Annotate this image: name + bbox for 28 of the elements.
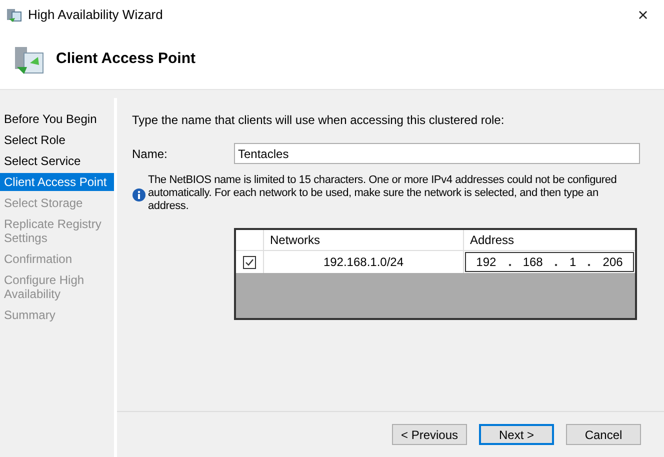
- dot-separator-icon: [555, 264, 558, 266]
- column-header[interactable]: Networks: [264, 230, 464, 250]
- wizard-step[interactable]: Client Access Point: [0, 173, 114, 191]
- address-octet: 168: [522, 254, 543, 271]
- address-octet: 1: [569, 254, 576, 271]
- ip-address-field[interactable]: 192 168 1 206: [465, 252, 634, 272]
- wizard-button[interactable]: Next >: [479, 424, 554, 445]
- dot-separator-icon: [588, 264, 590, 266]
- info-icon: [132, 188, 146, 202]
- app-icon: [6, 7, 22, 23]
- close-button[interactable]: ×: [628, 3, 658, 27]
- name-field[interactable]: Tentacles: [234, 143, 640, 164]
- info-message: The NetBIOS name is limited to 15 characters. One or more IPv4 addresses could not be configured automatically. For each network to be used, make sure the network is selected, and then type an address.: [148, 174, 618, 213]
- wizard-step[interactable]: Select Service: [0, 152, 114, 170]
- dot-separator-icon: [508, 264, 510, 266]
- page-title: Client Access Point: [56, 49, 196, 70]
- table-cell: 192.168.1.0/24: [264, 251, 464, 273]
- window-title: High Availability Wizard: [28, 6, 163, 24]
- address-octet: 206: [602, 254, 623, 271]
- wizard-step[interactable]: Before You Begin: [0, 110, 114, 128]
- column-header[interactable]: Address: [464, 230, 635, 250]
- instruction-text: Type the name that clients will use when accessing this clustered role:: [132, 112, 506, 129]
- wizard-button[interactable]: < Previous: [392, 424, 467, 445]
- wizard-button[interactable]: Cancel: [566, 424, 641, 445]
- wizard-step[interactable]: Select Role: [0, 131, 114, 149]
- row-checkbox[interactable]: [243, 256, 256, 268]
- address-octet: 192: [476, 254, 496, 271]
- name-label: Name:: [132, 146, 168, 162]
